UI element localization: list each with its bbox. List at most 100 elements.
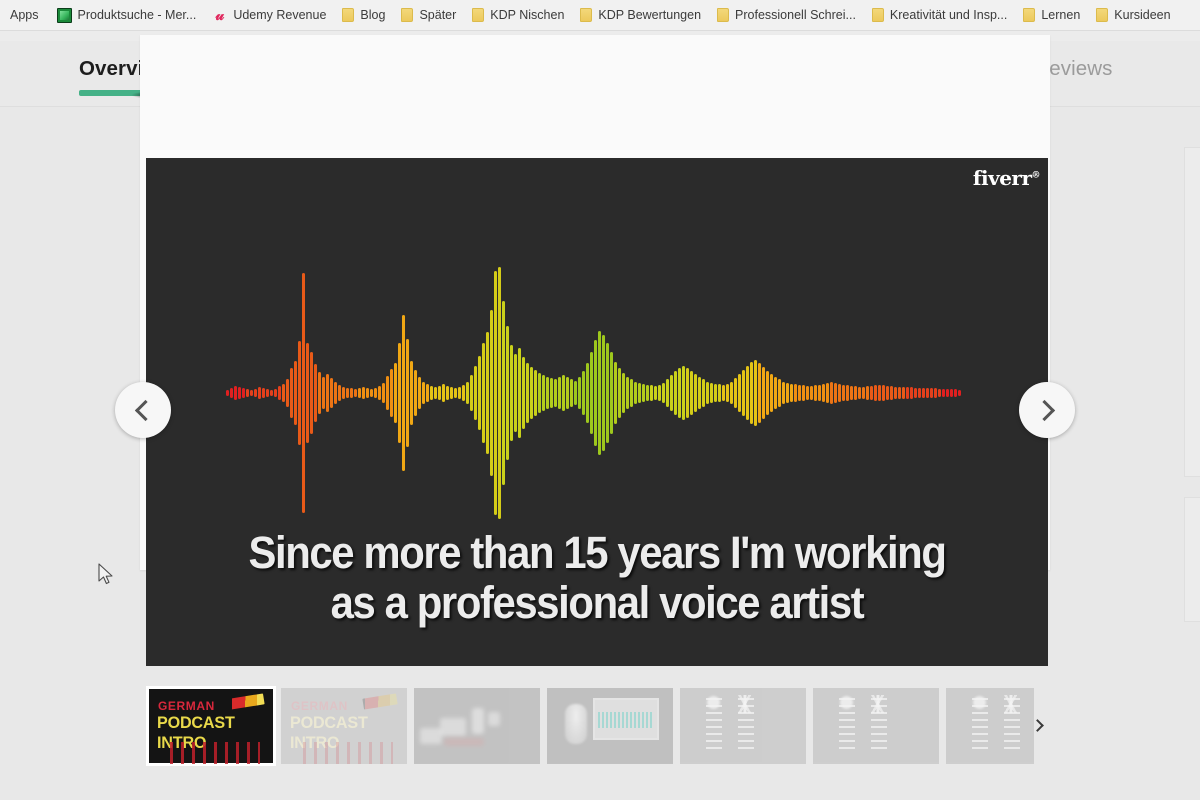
waveform-bar — [858, 386, 861, 400]
waveform-bar — [470, 375, 473, 411]
waveform-bar — [902, 386, 905, 400]
folder-icon — [472, 8, 485, 22]
waveform-bar — [510, 345, 513, 441]
waveform-bar — [810, 385, 813, 401]
photo-shape — [488, 712, 500, 726]
bookmark-kreativitaet[interactable]: Kreativität und Insp... — [864, 3, 1015, 27]
bookmark-professionell-schreiben[interactable]: Professionell Schrei... — [709, 3, 864, 27]
bookmark-apps-label: Apps — [10, 8, 39, 22]
bookmark-blog[interactable]: Blog — [334, 3, 393, 27]
waveform-bar — [298, 340, 301, 446]
waveform-bar — [414, 370, 417, 416]
waveform-bar — [814, 385, 817, 401]
waveform-bar — [334, 381, 337, 405]
thumbnail-6-rack-photo[interactable] — [813, 688, 939, 764]
thumbnail-4-mic-screen-photo[interactable] — [547, 688, 673, 764]
waveform-bar — [918, 387, 921, 399]
waveform-bar — [486, 331, 489, 455]
waveform-bar — [922, 387, 925, 399]
thumbnail-2-podcast-intro[interactable]: GERMAN PODCAST INTRO — [281, 688, 407, 764]
waveform-bar — [550, 378, 553, 408]
bookmark-udemy-revenue[interactable]: 𝓊 Udemy Revenue — [204, 3, 334, 27]
waveform-bar — [630, 379, 633, 407]
waveform-bar — [778, 379, 781, 407]
rack-head-shape — [840, 696, 853, 709]
bookmark-kdp-bewertungen[interactable]: KDP Bewertungen — [572, 3, 709, 27]
waveform-bar — [742, 370, 745, 416]
waveform-bar — [434, 386, 437, 400]
thumbnail-7-rack-photo[interactable] — [946, 688, 1034, 764]
waveform-bar — [678, 368, 681, 418]
site-icon-green — [56, 7, 72, 23]
waveform-bar — [958, 389, 961, 397]
waveform-bar — [606, 343, 609, 443]
waveform-bar — [790, 383, 793, 403]
waveform-bar — [682, 365, 685, 421]
waveform-bar — [934, 388, 937, 398]
german-flag-icon — [362, 693, 398, 710]
waveform-bar — [442, 384, 445, 402]
waveform-bar — [474, 365, 477, 421]
bookmark-produktsuche[interactable]: Produktsuche - Mer... — [49, 3, 205, 27]
bookmark-kursideen[interactable]: Kursideen — [1088, 3, 1178, 27]
fiverr-watermark-mark: ® — [1031, 170, 1041, 181]
waveform-bar — [894, 386, 897, 400]
gallery-next-button[interactable] — [1019, 382, 1075, 438]
waveform-bar — [674, 371, 677, 415]
waveform-bar — [262, 388, 265, 398]
waveform-bar — [430, 385, 433, 401]
folder-icon — [580, 8, 593, 22]
waveform-bar — [602, 334, 605, 452]
thumbnails-next-button[interactable] — [1028, 714, 1050, 736]
waveform-bar — [690, 371, 693, 415]
video-caption-line-2: as a professional voice artist — [330, 577, 865, 628]
waveform-bar — [850, 385, 853, 401]
waveform-bar — [530, 366, 533, 420]
thumbnail-waveform-icon — [303, 742, 393, 764]
waveform-bar — [898, 386, 901, 400]
waveform-bar — [610, 352, 613, 434]
folder-icon — [1096, 8, 1109, 22]
waveform-bar — [274, 388, 277, 398]
photo-shape — [420, 728, 442, 744]
rack-spider-shape — [998, 695, 1024, 713]
waveform-bar — [774, 377, 777, 409]
waveform-bar — [286, 379, 289, 407]
waveform-bar — [346, 387, 349, 399]
bookmark-kdp-nischen[interactable]: KDP Nischen — [464, 3, 572, 27]
waveform-bar — [350, 388, 353, 398]
waveform-bar — [322, 377, 325, 409]
waveform-bar — [514, 354, 517, 432]
bookmark-apps[interactable]: Apps — [4, 3, 49, 27]
waveform-bar — [574, 380, 577, 406]
waveform-bar — [246, 389, 249, 397]
rack-spider-shape — [865, 695, 891, 713]
photo-shape — [472, 708, 484, 734]
waveform-bar — [794, 384, 797, 402]
waveform-bar — [686, 368, 689, 418]
waveform-bar — [374, 387, 377, 399]
gallery-video-viewer[interactable]: fiverr® Since more than 15 years I'm wor… — [146, 158, 1048, 666]
thumbnail-1-podcast-intro[interactable]: GERMAN PODCAST INTRO — [146, 686, 276, 766]
bookmark-label: KDP Nischen — [490, 8, 565, 22]
waveform-bar — [538, 373, 541, 413]
waveform-bar — [494, 270, 497, 516]
waveform-bar — [594, 339, 597, 447]
chevron-right-icon — [1033, 399, 1056, 421]
waveform-bar — [874, 385, 877, 401]
waveform-bar — [650, 385, 653, 401]
gallery-prev-button[interactable] — [115, 382, 171, 438]
folder-icon — [717, 8, 730, 22]
waveform-bar — [722, 384, 725, 402]
bookmark-lernen[interactable]: Lernen — [1015, 3, 1088, 27]
folder-icon — [1023, 8, 1036, 22]
thumbnail-3-studio-photo[interactable] — [414, 688, 540, 764]
waveform-bar — [834, 382, 837, 404]
waveform-bar — [502, 301, 505, 485]
waveform-bar — [646, 384, 649, 402]
waveform-bar — [826, 382, 829, 404]
waveform-bar — [542, 375, 545, 411]
bookmark-spaeter[interactable]: Später — [393, 3, 464, 27]
thumbnail-5-rack-photo[interactable] — [680, 688, 806, 764]
waveform-bar — [386, 376, 389, 410]
